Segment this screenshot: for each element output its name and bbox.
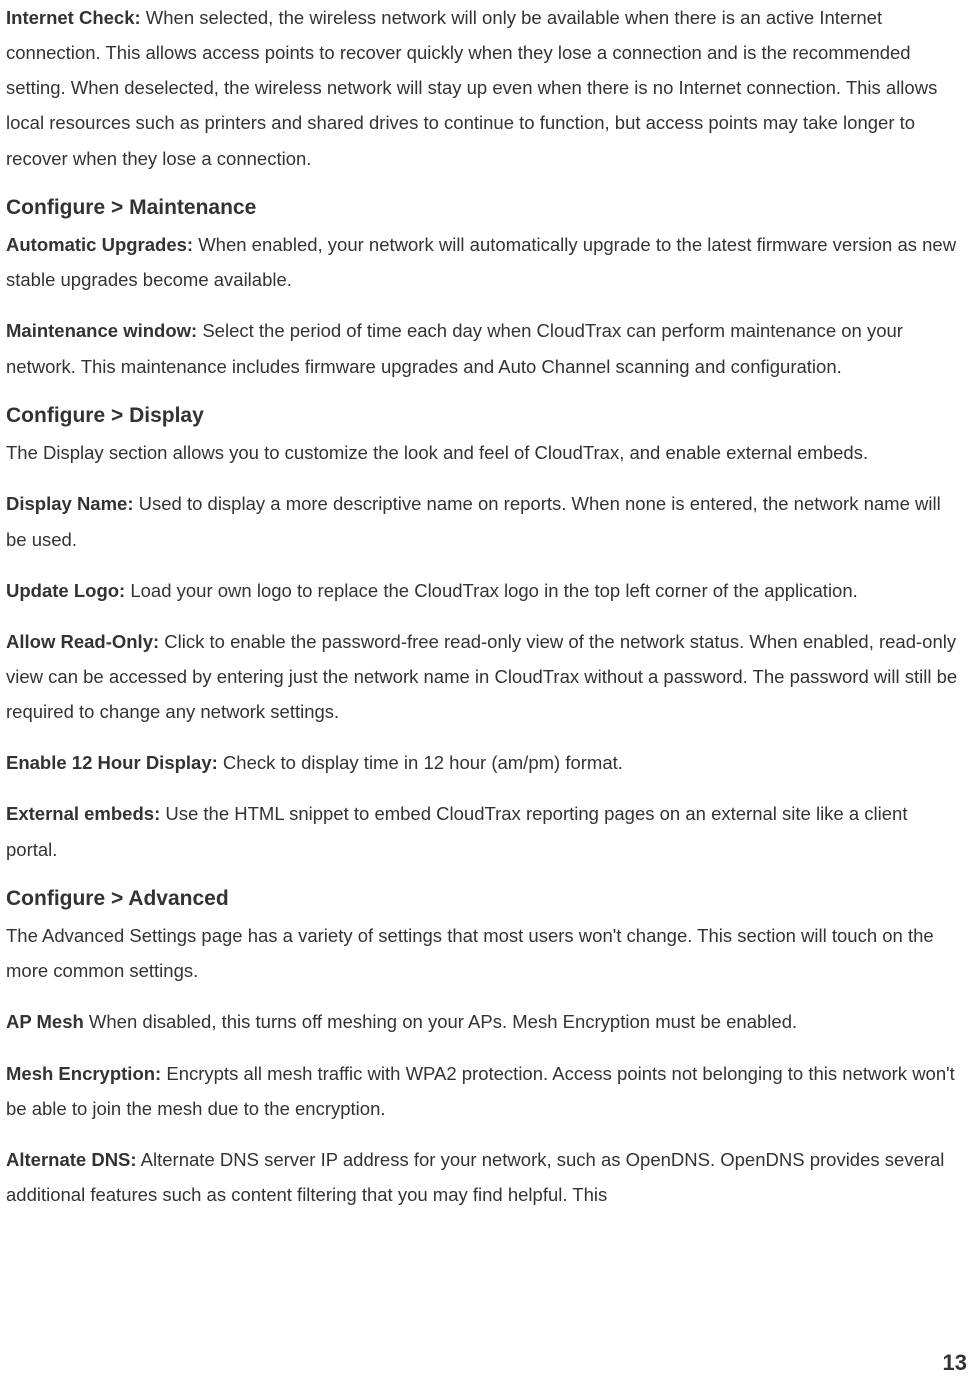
update-logo-text: Load your own logo to replace the CloudT… bbox=[125, 580, 858, 601]
ap-mesh-paragraph: AP Mesh When disabled, this turns off me… bbox=[6, 1004, 963, 1039]
display-intro: The Display section allows you to custom… bbox=[6, 435, 963, 470]
configure-advanced-heading: Configure > Advanced bbox=[6, 883, 963, 915]
page-content: Internet Check: When selected, the wirel… bbox=[6, 0, 963, 1212]
display-name-paragraph: Display Name: Used to display a more des… bbox=[6, 486, 963, 556]
configure-display-heading: Configure > Display bbox=[6, 400, 963, 432]
mesh-encryption-paragraph: Mesh Encryption: Encrypts all mesh traff… bbox=[6, 1056, 963, 1126]
maintenance-window-paragraph: Maintenance window: Select the period of… bbox=[6, 313, 963, 383]
automatic-upgrades-label: Automatic Upgrades: bbox=[6, 234, 193, 255]
update-logo-paragraph: Update Logo: Load your own logo to repla… bbox=[6, 573, 963, 608]
advanced-intro: The Advanced Settings page has a variety… bbox=[6, 918, 963, 988]
external-embeds-label: External embeds: bbox=[6, 803, 160, 824]
maintenance-window-label: Maintenance window: bbox=[6, 320, 197, 341]
automatic-upgrades-paragraph: Automatic Upgrades: When enabled, your n… bbox=[6, 227, 963, 297]
alternate-dns-paragraph: Alternate DNS: Alternate DNS server IP a… bbox=[6, 1142, 963, 1212]
external-embeds-paragraph: External embeds: Use the HTML snippet to… bbox=[6, 796, 963, 866]
allow-readonly-paragraph: Allow Read-Only: Click to enable the pas… bbox=[6, 624, 963, 729]
enable-12hour-text: Check to display time in 12 hour (am/pm)… bbox=[218, 752, 623, 773]
page-number: 13 bbox=[943, 1350, 967, 1376]
display-name-text: Used to display a more descriptive name … bbox=[6, 493, 941, 549]
internet-check-paragraph: Internet Check: When selected, the wirel… bbox=[6, 0, 963, 176]
configure-maintenance-heading: Configure > Maintenance bbox=[6, 192, 963, 224]
enable-12hour-label: Enable 12 Hour Display: bbox=[6, 752, 218, 773]
update-logo-label: Update Logo: bbox=[6, 580, 125, 601]
ap-mesh-text: When disabled, this turns off meshing on… bbox=[84, 1011, 797, 1032]
ap-mesh-label: AP Mesh bbox=[6, 1011, 84, 1032]
alternate-dns-label: Alternate DNS: bbox=[6, 1149, 137, 1170]
display-name-label: Display Name: bbox=[6, 493, 134, 514]
internet-check-label: Internet Check: bbox=[6, 7, 141, 28]
enable-12hour-paragraph: Enable 12 Hour Display: Check to display… bbox=[6, 745, 963, 780]
allow-readonly-label: Allow Read-Only: bbox=[6, 631, 159, 652]
mesh-encryption-label: Mesh Encryption: bbox=[6, 1063, 161, 1084]
alternate-dns-text: Alternate DNS server IP address for your… bbox=[6, 1149, 944, 1205]
internet-check-text: When selected, the wireless network will… bbox=[6, 7, 937, 169]
